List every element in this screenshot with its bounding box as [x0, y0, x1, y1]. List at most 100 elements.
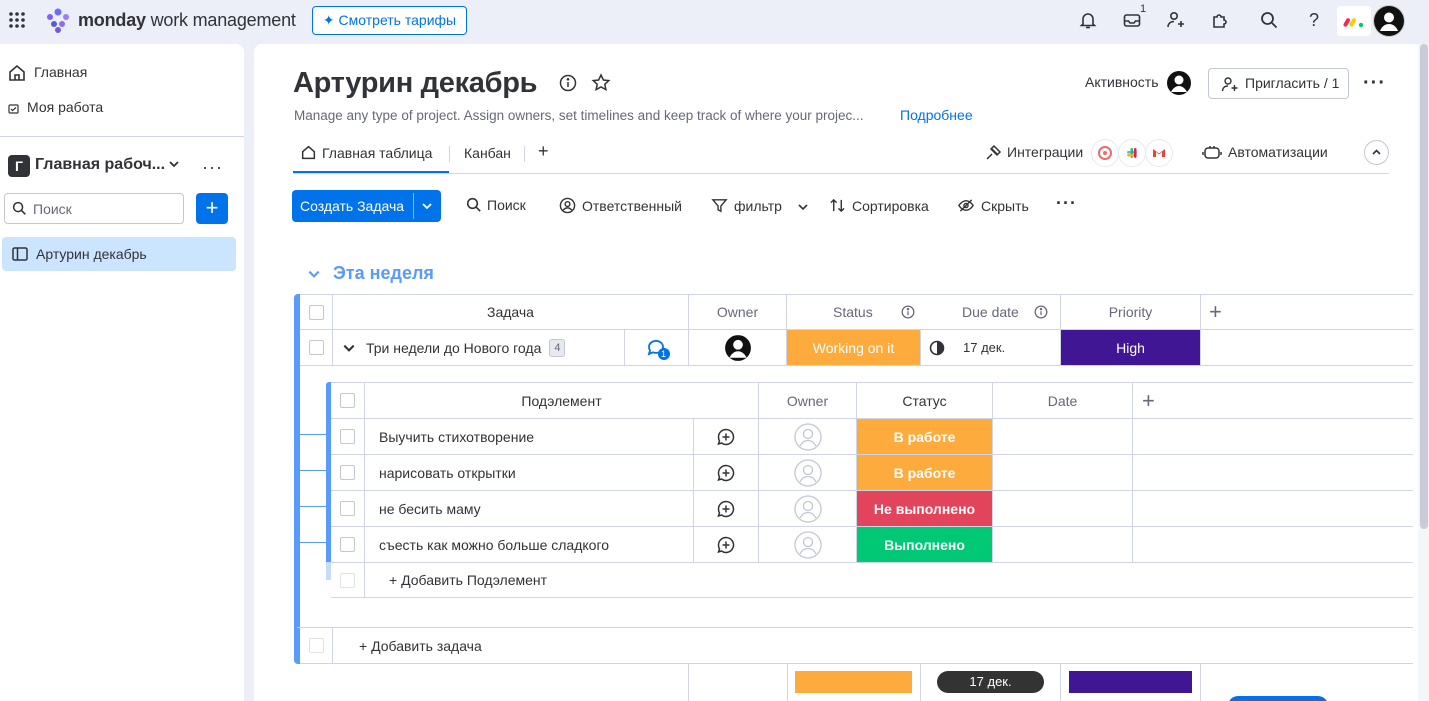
subitem-name[interactable]: Выучить стихотворение	[365, 419, 694, 455]
apps-grid-icon[interactable]	[8, 11, 26, 29]
board-title[interactable]: Артурин декабрь	[293, 67, 537, 100]
column-header-priority[interactable]: Priority	[1061, 294, 1201, 330]
updates-cell[interactable]: 1	[624, 330, 689, 366]
subitem-header-name[interactable]: Подэлемент	[365, 382, 759, 419]
subitem-header-owner[interactable]: Owner	[759, 382, 857, 419]
add-update-icon[interactable]	[694, 455, 759, 491]
column-info-icon[interactable]	[901, 305, 915, 319]
select-all-checkbox[interactable]	[309, 305, 324, 320]
activity-button[interactable]: Активность	[1085, 74, 1159, 90]
subitem-status-cell[interactable]: В работе	[857, 455, 993, 491]
subitem-owner-empty-avatar-icon[interactable]	[759, 527, 857, 563]
tab-main-table[interactable]: Главная таблица	[301, 144, 432, 174]
board-info-icon[interactable]	[559, 74, 577, 92]
sort-button[interactable]: Сортировка	[829, 197, 929, 214]
toolbar-more-icon[interactable]: ···	[1056, 193, 1077, 214]
subitem-date-cell[interactable]	[993, 527, 1133, 563]
subitem-owner-empty-avatar-icon[interactable]	[759, 491, 857, 527]
subitem-name[interactable]: нарисовать открытки	[365, 455, 694, 491]
integrations-label[interactable]: Интеграции	[1007, 144, 1083, 160]
subitem-owner-empty-avatar-icon[interactable]	[759, 455, 857, 491]
monday-product-switcher-icon[interactable]	[1337, 6, 1371, 36]
invite-members-icon[interactable]	[1166, 10, 1188, 32]
subitem-checkbox[interactable]	[340, 501, 355, 516]
add-update-icon[interactable]	[694, 419, 759, 455]
subitem-select-all-checkbox[interactable]	[340, 393, 355, 408]
vertical-scrollbar-thumb[interactable]	[1420, 44, 1428, 529]
activity-avatar-icon[interactable]	[1166, 70, 1192, 96]
filter-button[interactable]: фильтр	[711, 197, 782, 214]
search-icon[interactable]	[1259, 10, 1281, 32]
workspace-options-icon[interactable]: ···	[202, 157, 223, 178]
automations-label[interactable]: Автоматизации	[1228, 144, 1328, 160]
add-task-input[interactable]: + Добавить задача	[333, 628, 1413, 664]
collapse-header-button[interactable]	[1364, 140, 1389, 165]
sidebar-item-board[interactable]: Артурин декабрь	[2, 237, 236, 271]
favorite-star-icon[interactable]	[591, 73, 611, 93]
status-cell[interactable]: Working on it	[787, 330, 921, 366]
column-header-status[interactable]: Status	[787, 294, 921, 330]
subitem-date-cell[interactable]	[993, 455, 1133, 491]
see-plans-button[interactable]: ✦ Смотреть тарифы	[312, 6, 467, 35]
subitem-date-cell[interactable]	[993, 491, 1133, 527]
subitem-checkbox[interactable]	[340, 465, 355, 480]
floating-help-button[interactable]	[1228, 696, 1328, 701]
add-update-icon[interactable]	[694, 491, 759, 527]
automations-icon[interactable]	[1202, 144, 1222, 162]
due-date-summary[interactable]: 17 дек.	[937, 671, 1044, 693]
column-header-task[interactable]: Задача	[333, 294, 689, 330]
subitem-name[interactable]: съесть как можно больше сладкого	[365, 527, 694, 563]
chevron-down-icon[interactable]	[797, 201, 809, 213]
row-checkbox[interactable]	[309, 340, 324, 355]
column-header-owner[interactable]: Owner	[689, 294, 787, 330]
owner-avatar-icon[interactable]	[724, 334, 752, 362]
add-update-icon[interactable]	[694, 527, 759, 563]
add-view-button[interactable]: +	[538, 142, 549, 172]
subitem-count-badge[interactable]: 4	[549, 339, 565, 357]
tab-kanban[interactable]: Канбан	[464, 144, 511, 174]
search-button[interactable]: Поиск	[466, 197, 526, 213]
subitem-checkbox[interactable]	[340, 429, 355, 444]
conversation-bubble-icon[interactable]: 1	[646, 338, 668, 358]
board-menu-icon[interactable]: ···	[1363, 72, 1386, 95]
gmail-integration-icon[interactable]	[1145, 139, 1173, 167]
add-subitem-input[interactable]: + Добавить Подэлемент	[365, 563, 1413, 598]
owner-cell[interactable]	[689, 330, 787, 366]
subitem-header-status[interactable]: Статус	[857, 382, 993, 419]
expand-subitems-chevron-icon[interactable]	[342, 341, 356, 355]
slack-integration-icon[interactable]	[1118, 139, 1146, 167]
asana-integration-icon[interactable]	[1091, 139, 1119, 167]
add-board-button[interactable]: +	[196, 193, 228, 224]
subitem-status-cell[interactable]: В работе	[857, 419, 993, 455]
apps-marketplace-icon[interactable]	[1210, 10, 1232, 32]
invite-button[interactable]: Пригласить / 1	[1208, 68, 1349, 99]
column-header-due-date[interactable]: Due date	[921, 294, 1061, 330]
integrations-icon[interactable]	[984, 144, 1002, 162]
group-collapse-chevron-icon[interactable]	[307, 267, 321, 281]
see-more-link[interactable]: Подробнее	[900, 107, 973, 123]
subitem-name[interactable]: не бесить маму	[365, 491, 694, 527]
column-info-icon[interactable]	[1034, 305, 1048, 319]
person-filter-button[interactable]: Ответственный	[559, 197, 682, 214]
user-avatar-icon[interactable]	[1373, 5, 1405, 37]
priority-cell[interactable]: High	[1061, 330, 1201, 366]
subitem-owner-empty-avatar-icon[interactable]	[759, 419, 857, 455]
subitem-checkbox[interactable]	[340, 537, 355, 552]
hide-button[interactable]: Скрыть	[957, 197, 1029, 214]
status-summary-bar[interactable]	[795, 671, 912, 693]
sidebar-item-my-work[interactable]: Моя работа	[8, 92, 103, 122]
sidebar-item-home[interactable]: Главная	[8, 57, 87, 87]
add-subitem-column-button[interactable]: +	[1133, 382, 1413, 419]
add-column-button[interactable]: +	[1201, 294, 1413, 330]
due-date-cell[interactable]: 17 дек.	[921, 330, 1061, 366]
notifications-bell-icon[interactable]	[1078, 10, 1100, 32]
task-name-cell[interactable]: Три недели до Нового года 4	[333, 330, 624, 366]
help-icon[interactable]: ?	[1303, 10, 1325, 32]
subitem-status-cell[interactable]: Выполнено	[857, 527, 993, 563]
workspace-name[interactable]: Главная рабоч...	[35, 156, 165, 174]
subitem-date-cell[interactable]	[993, 419, 1133, 455]
priority-summary-bar[interactable]	[1069, 671, 1192, 693]
group-title[interactable]: Эта неделя	[333, 263, 434, 284]
task-name[interactable]: Три недели до Нового года	[366, 340, 541, 356]
create-task-button[interactable]: Создать Задача	[292, 190, 441, 222]
